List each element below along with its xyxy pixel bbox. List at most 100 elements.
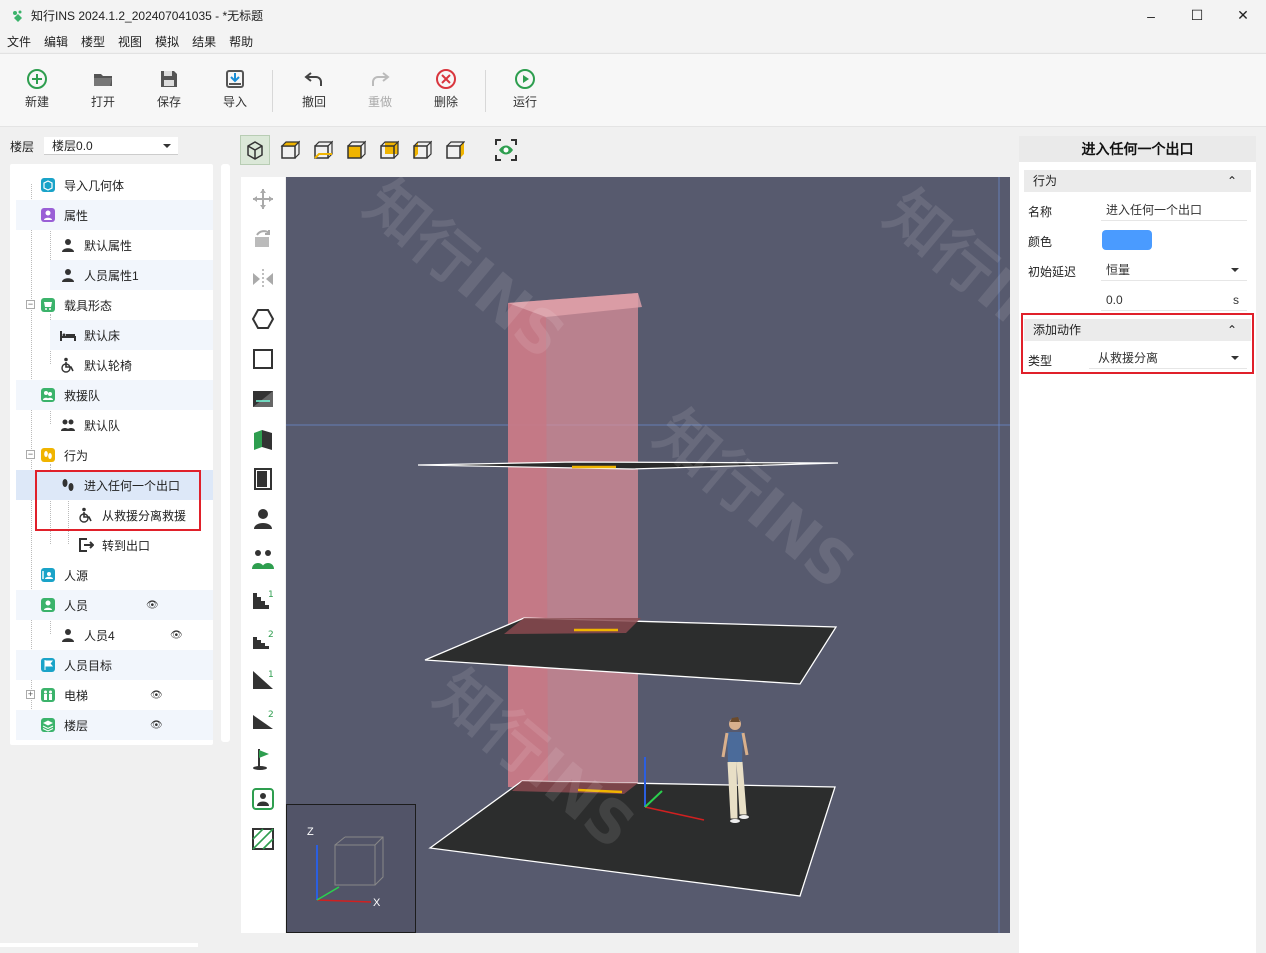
- delay-unit: s: [1233, 293, 1239, 307]
- floor-dropdown[interactable]: 楼层0.0: [44, 137, 179, 155]
- view-right-button[interactable]: [439, 135, 469, 165]
- tree-item-behavior[interactable]: 行为: [40, 440, 210, 470]
- mirror-tool[interactable]: [249, 265, 277, 293]
- tree-item-person-source[interactable]: 人源: [40, 560, 210, 590]
- color-swatch[interactable]: [1102, 230, 1152, 250]
- play-icon: [515, 69, 535, 89]
- menu-view[interactable]: 视图: [118, 33, 142, 50]
- ramp-1-tool[interactable]: 1: [249, 665, 277, 693]
- tree-scrollbar[interactable]: [221, 164, 230, 742]
- move-tool[interactable]: [249, 185, 277, 213]
- visibility-eye-icon[interactable]: 👁: [150, 720, 163, 731]
- tree-item-default-attr[interactable]: 默认属性: [60, 230, 210, 260]
- wall-tool[interactable]: [249, 425, 277, 453]
- group-tool[interactable]: [249, 545, 277, 573]
- 3d-viewport[interactable]: 知行INS 知行INS 知行INS 知行INS Z X: [286, 177, 1010, 933]
- person-tool[interactable]: [249, 505, 277, 533]
- focus-eye-icon: [495, 139, 517, 161]
- stair-1-tool[interactable]: 1: [249, 585, 277, 613]
- behavior-section-header[interactable]: 行为 ⌃: [1024, 170, 1251, 192]
- ramp-2-tool[interactable]: 2: [249, 705, 277, 733]
- person-card-icon: [40, 597, 56, 613]
- tree-label: 属性: [64, 208, 89, 223]
- visibility-eye-icon[interactable]: 👁: [170, 630, 183, 641]
- view-top-button[interactable]: [274, 135, 304, 165]
- tree-item-elevator[interactable]: 电梯 👁: [40, 680, 210, 710]
- view-back-button[interactable]: [373, 135, 403, 165]
- title-bar: 知行INS 2024.1.2_202407041035 - *无标题 – ☐ ✕: [0, 0, 1266, 31]
- minimize-button[interactable]: –: [1128, 0, 1174, 31]
- obstacle-tool[interactable]: [249, 825, 277, 853]
- tree-item-default-bed[interactable]: 默认床: [50, 320, 213, 350]
- view-fit-button[interactable]: [491, 135, 521, 165]
- target-tool[interactable]: [249, 745, 277, 773]
- stairs-one-icon: 1: [253, 590, 274, 609]
- expand-toggle[interactable]: +: [26, 690, 35, 699]
- visibility-eye-icon[interactable]: 👁: [150, 690, 163, 701]
- tree-item-persons[interactable]: 人员 👁: [16, 590, 213, 620]
- undo-icon: [304, 72, 322, 86]
- status-bar: [0, 943, 198, 947]
- stair-2-tool[interactable]: 2: [249, 625, 277, 653]
- tree-item-import-geometry[interactable]: 导入几何体: [40, 170, 210, 200]
- menu-edit[interactable]: 编辑: [44, 33, 68, 50]
- tree-item-person-attr1[interactable]: 人员属性1: [50, 260, 213, 290]
- chevron-up-icon: ⌃: [1226, 174, 1237, 188]
- collapse-toggle[interactable]: −: [26, 300, 35, 309]
- menu-simulate[interactable]: 模拟: [155, 33, 179, 50]
- tree-item-default-wheelchair[interactable]: 默认轮椅: [60, 350, 210, 380]
- collapse-toggle[interactable]: −: [26, 450, 35, 459]
- undo-button[interactable]: 撤回: [289, 68, 339, 110]
- name-input[interactable]: 进入任何一个出口: [1101, 199, 1247, 221]
- delete-button[interactable]: 删除: [421, 68, 471, 110]
- menu-file[interactable]: 文件: [7, 33, 31, 50]
- section-label: 行为: [1033, 174, 1058, 188]
- tree-item-carrier-shape[interactable]: 载具形态: [40, 290, 210, 320]
- stair-plane-tool[interactable]: [249, 385, 277, 413]
- view-perspective-button[interactable]: [240, 135, 270, 165]
- tree-item-rescue-team[interactable]: 救援队: [16, 380, 213, 410]
- menu-model[interactable]: 楼型: [81, 33, 105, 50]
- visibility-eye-icon[interactable]: 👁: [146, 600, 159, 611]
- person-icon: [60, 267, 76, 283]
- tree-item-floors[interactable]: 楼层 👁: [16, 710, 213, 740]
- import-button[interactable]: 导入: [210, 68, 260, 110]
- x-axis-label: X: [373, 897, 381, 909]
- menu-bar: 文件 编辑 楼型 视图 模拟 结果 帮助: [0, 31, 1266, 52]
- layers-icon: [40, 717, 56, 733]
- view-bottom-button[interactable]: [307, 135, 337, 165]
- drawing-tool-column: 1 2 1 2: [241, 177, 285, 933]
- menu-help[interactable]: 帮助: [229, 33, 253, 50]
- save-button[interactable]: 保存: [144, 68, 194, 110]
- delay-label: 初始延迟: [1028, 265, 1077, 279]
- rectangle-tool[interactable]: [249, 345, 277, 373]
- tree-label: 转到出口: [102, 538, 151, 553]
- view-front-button[interactable]: [340, 135, 370, 165]
- open-button[interactable]: 打开: [78, 68, 128, 110]
- new-button[interactable]: 新建: [12, 68, 62, 110]
- redo-label: 重做: [367, 95, 392, 109]
- footprints-icon: [40, 447, 56, 463]
- tree-label: 救援队: [64, 388, 101, 403]
- delay-value-input[interactable]: 0.0 s: [1101, 289, 1247, 311]
- tree-item-attributes[interactable]: 属性: [16, 200, 213, 230]
- cube-bottom-icon: [314, 140, 333, 159]
- window-title: 知行INS 2024.1.2_202407041035 - *无标题: [31, 9, 264, 23]
- tree-item-default-team[interactable]: 默认队: [60, 410, 210, 440]
- polygon-tool[interactable]: [249, 305, 277, 333]
- door-tool[interactable]: [249, 465, 277, 493]
- tree-item-person4[interactable]: 人员4 👁: [60, 620, 210, 650]
- rotate-icon: [255, 230, 270, 247]
- maximize-button[interactable]: ☐: [1174, 0, 1220, 31]
- tree-item-go-to-exit[interactable]: 转到出口: [78, 530, 210, 560]
- tree-item-person-target[interactable]: 人员目标: [16, 650, 213, 680]
- delay-type-dropdown[interactable]: 恒量: [1101, 259, 1247, 281]
- rotate-tool[interactable]: [249, 225, 277, 253]
- view-left-button[interactable]: [406, 135, 436, 165]
- source-tool[interactable]: [249, 785, 277, 813]
- close-button[interactable]: ✕: [1220, 0, 1266, 31]
- redo-button[interactable]: 重做: [355, 68, 405, 110]
- menu-results[interactable]: 结果: [192, 33, 216, 50]
- run-button[interactable]: 运行: [500, 68, 550, 110]
- floor-selector: 楼层 楼层0.0: [10, 137, 179, 155]
